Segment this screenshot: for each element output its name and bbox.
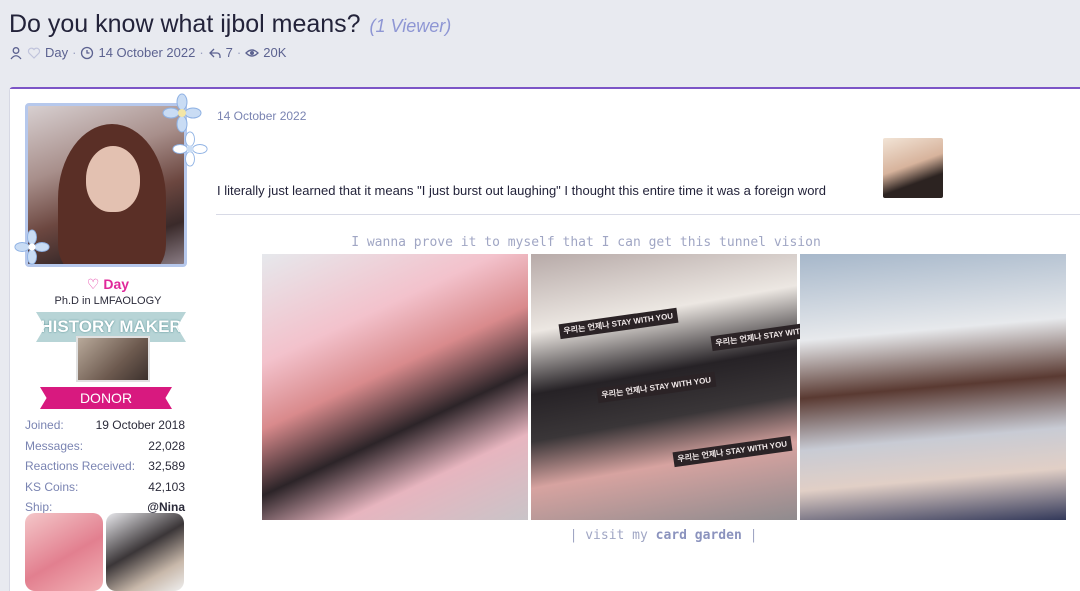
thread-meta: Day · 14 October 2022 · 7 · 20K: [9, 45, 286, 60]
signature-link-suffix: |: [749, 528, 758, 543]
stat-value: 32,589: [148, 459, 185, 473]
stat-row: Messages: 22,028: [25, 436, 185, 457]
user-title: Ph.D in LMFAOLOGY: [54, 295, 162, 307]
user-icon: [10, 46, 22, 59]
card-garden-link[interactable]: card garden: [656, 528, 742, 543]
photo-sign: 우리는 언제나 STAY WITH YOU: [596, 371, 717, 404]
flower-icon: [14, 229, 50, 265]
reply-icon: [208, 48, 221, 58]
username[interactable]: ♡ Day: [10, 276, 206, 293]
heart-icon: ♡: [86, 276, 100, 292]
stat-key: Joined:: [25, 418, 64, 432]
signature-photo: [800, 254, 1066, 520]
signature-photo: [262, 254, 528, 520]
avatar-face: [86, 146, 140, 212]
ship-picture: [25, 513, 103, 591]
stat-key: KS Coins:: [25, 479, 79, 494]
donor-banner: DONOR: [40, 387, 172, 409]
flower-icon: [172, 131, 208, 167]
stat-value: 19 October 2018: [95, 418, 185, 432]
stat-key: Messages:: [25, 438, 84, 453]
signature-quote: I wanna prove it to myself that I can ge…: [351, 235, 821, 250]
thread-title-text: Do you know what ijbol means?: [9, 10, 361, 38]
heart-icon: [27, 47, 41, 59]
stat-row: Joined: 19 October 2018: [25, 415, 185, 436]
post-container: ♡ Day Ph.D in LMFAOLOGY HISTORY MAKER DO…: [9, 87, 1080, 591]
stat-value: 42,103: [148, 479, 185, 494]
meta-separator: ·: [72, 45, 77, 60]
reaction-image: [883, 138, 943, 198]
meta-separator: ·: [199, 45, 204, 60]
user-sidebar: ♡ Day Ph.D in LMFAOLOGY HISTORY MAKER DO…: [10, 89, 208, 591]
viewer-count[interactable]: (1 Viewer): [370, 16, 452, 36]
thread-title: Do you know what ijbol means? (1 Viewer): [9, 10, 451, 39]
photo-sign: 우리는 언제나 STAY WITH YOU: [558, 307, 679, 340]
meta-replies: 7: [225, 45, 233, 60]
signature-link-prefix: | visit my: [569, 528, 648, 543]
signature-photo: 우리는 언제나 STAY WITH YOU 우리는 언제나 STAY WITH …: [531, 254, 831, 520]
clock-icon: [81, 46, 94, 59]
post-body: I literally just learned that it means "…: [217, 183, 826, 198]
flower-icon: [162, 93, 202, 133]
signature-link-line: | visit my card garden |: [216, 528, 1080, 543]
stat-row: Reactions Received: 32,589: [25, 456, 185, 477]
username-text[interactable]: Day: [103, 276, 129, 292]
eye-icon: [245, 48, 260, 57]
meta-author[interactable]: Day: [45, 45, 68, 60]
signature-divider: [216, 214, 1080, 215]
meta-views: 20K: [263, 45, 287, 60]
user-stats: Joined: 19 October 2018 Messages: 22,028…: [25, 415, 185, 518]
avatar-wrap[interactable]: [14, 93, 208, 269]
banner-photo: [76, 336, 150, 382]
stat-key: Reactions Received:: [25, 459, 136, 473]
post-content: 14 October 2022 I literally just learned…: [216, 89, 1080, 591]
stat-value[interactable]: 22,028: [148, 436, 185, 457]
meta-date[interactable]: 14 October 2022: [98, 45, 195, 60]
ship-picture: [106, 513, 184, 591]
photo-sign: 우리는 언제나 STAY WITH YOU: [672, 435, 793, 468]
meta-separator: ·: [236, 45, 242, 60]
stat-row: KS Coins: 42,103: [25, 477, 185, 498]
post-date[interactable]: 14 October 2022: [217, 109, 306, 123]
